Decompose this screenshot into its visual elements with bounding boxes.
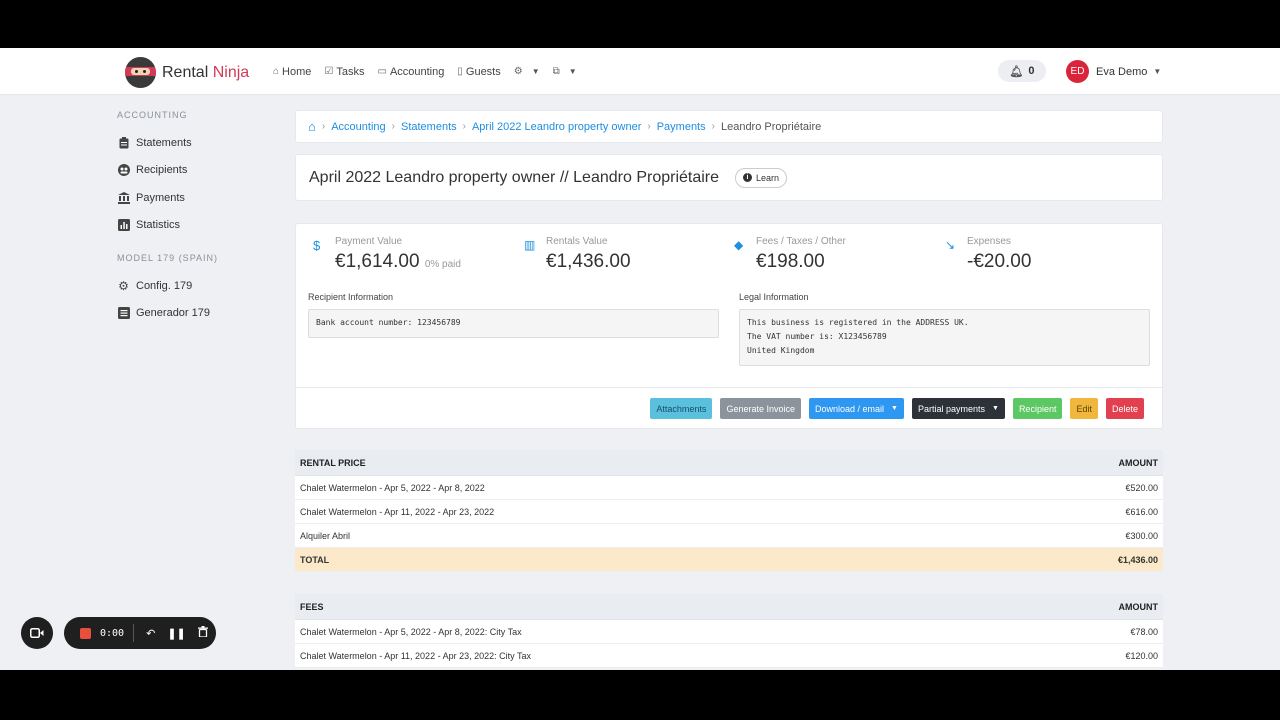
list-icon [117,307,130,320]
top-navbar: Rental Ninja ⌂ Home ☑ Tasks ▭ Accounting ▯ G… [0,48,1280,95]
breadcrumb-current: Leandro Propriétaire [720,120,822,133]
table-header: RENTAL PRICE AMOUNT [295,450,1163,476]
recipient-button[interactable]: Recipient [1012,398,1063,419]
breadcrumb: ⌂ › Accounting › Statements › April 2022 Le… [295,110,1163,143]
user-menu[interactable]: ED Eva Demo ▼ [1066,60,1161,83]
stat-payment-value: $ Payment Value €1,614.00 0% paid [313,236,461,272]
tasks-icon: ☑ [324,66,334,77]
undo-icon[interactable]: ↶ [146,627,155,640]
recording-timer: 0:00 [100,627,125,639]
recipient-info-label: Recipient Information [308,292,394,302]
sidebar-section-model-179: MODEL 179 (SPAIN) [117,253,219,263]
chevron-down-icon: ▼ [992,405,999,412]
breadcrumb-payments[interactable]: Payments [657,121,706,133]
gear-icon: ⚙ [513,66,523,77]
sidebar-section-accounting: ACCOUNTING [117,110,188,120]
trending-down-icon: ↘ [945,238,956,252]
rental-price-table: RENTAL PRICE AMOUNT Chalet Watermelon - A… [295,450,1163,572]
stat-rentals-value: ▥ Rentals Value €1,436.00 [524,236,631,272]
page-title: April 2022 Leandro property owner // Lea… [309,168,720,186]
nav-guests[interactable]: ▯ Guests [457,66,500,78]
guests-icon: ▯ [457,66,463,77]
bell-icon: 🔔︎ [1009,65,1024,78]
table-row: Chalet Watermelon - Apr 11, 2022 - Apr 2… [295,644,1163,668]
stop-recording-button[interactable] [80,627,91,639]
stat-expenses: ↘ Expenses -€20.00 [945,236,1032,272]
sidebar-item-statements[interactable]: Statements [117,129,267,157]
download-email-button[interactable]: Download / email ▼ [808,398,904,419]
sidebar-item-recipients[interactable]: Recipients [117,157,267,185]
table-row: Chalet Watermelon - Apr 5, 2022 - Apr 8,… [295,620,1163,644]
gear-icon: ⚙ [118,278,129,293]
table-header: FEES AMOUNT [295,594,1163,620]
edit-button[interactable]: Edit [1070,398,1098,419]
chevron-down-icon: ▼ [1153,67,1162,76]
main-nav: ⌂ Home ☑ Tasks ▭ Accounting ▯ Guests ⚙ ▼ ⧉ ▼ [273,48,590,95]
attachments-button[interactable]: Attachments [650,398,713,419]
fees-table: FEES AMOUNT Chalet Watermelon - Apr 5, 20… [295,594,1163,668]
info-icon: i [743,173,753,182]
pause-icon[interactable]: ❚❚ [167,627,185,640]
table-row: Alquiler Abril €300.00 [295,524,1163,548]
statistics-icon [117,219,130,232]
recipients-icon [117,164,130,177]
user-name: Eva Demo [1096,65,1148,78]
sidebar-item-config-179[interactable]: ⚙ Config. 179 [117,272,267,300]
generate-invoice-button[interactable]: Generate Invoice [720,398,801,419]
legal-info-box: This business is registered in the ADDRE… [739,309,1150,366]
home-icon: ⌂ [273,66,280,77]
breadcrumb-statements[interactable]: Statements [401,121,457,133]
title-card: April 2022 Leandro property owner // Lea… [295,154,1163,201]
chevron-down-icon: ▼ [891,405,898,412]
brand-name: Rental Ninja [162,63,250,81]
chevron-down-icon: ▼ [531,67,540,76]
avatar: ED [1066,60,1089,83]
dollar-icon: $ [313,238,321,253]
divider [296,387,1162,388]
nav-tasks[interactable]: ☑ Tasks [324,66,364,78]
logo[interactable]: Rental Ninja [125,57,249,88]
chevron-down-icon: ▼ [568,67,577,76]
recipient-info-box: Bank account number: 123456789 [308,309,719,338]
accounting-icon: ▭ [377,66,387,77]
payment-summary: $ Payment Value €1,614.00 0% paid ▥ Rent… [295,223,1163,429]
action-buttons: Attachments Generate Invoice Download / … [642,398,1144,419]
table-row: Chalet Watermelon - Apr 11, 2022 - Apr 2… [295,500,1163,524]
ninja-logo-icon [125,57,156,88]
home-icon[interactable]: ⌂ [308,119,316,134]
bank-icon [117,191,130,204]
stat-fees-taxes: ◆ Fees / Taxes / Other €198.00 [734,236,846,272]
delete-button[interactable]: Delete [1105,398,1144,419]
sidebar: ACCOUNTING Statements Recipients Payment… [117,110,267,327]
sidebar-item-statistics[interactable]: Statistics [117,212,267,240]
breadcrumb-accounting[interactable]: Accounting [331,121,385,133]
breadcrumb-statement[interactable]: April 2022 Leandro property owner [472,121,641,133]
translate-icon: ⧉ [552,66,560,77]
camera-icon [30,628,44,638]
app-window: Rental Ninja ⌂ Home ☑ Tasks ▭ Accounting ▯ G… [0,48,1280,670]
legal-info-label: Legal Information [739,292,809,302]
nav-language-dropdown[interactable]: ⧉ ▼ [553,66,577,77]
building-icon: ▥ [524,238,536,252]
tag-icon: ◆ [734,238,744,252]
sidebar-item-generador-179[interactable]: Generador 179 [117,300,267,328]
sidebar-item-payments[interactable]: Payments [117,184,267,212]
learn-button[interactable]: i Learn [735,167,788,188]
partial-payments-button[interactable]: Partial payments ▼ [911,398,1005,419]
table-row: Chalet Watermelon - Apr 5, 2022 - Apr 8,… [295,476,1163,500]
nav-settings-dropdown[interactable]: ⚙ ▼ [514,66,540,77]
camera-toggle-button[interactable] [21,617,53,649]
nav-accounting[interactable]: ▭ Accounting [377,66,444,78]
recording-controls: 0:00 ↶ ❚❚ [64,617,216,649]
notifications-button[interactable]: 🔔︎ 0 [998,60,1046,82]
table-total-row: TOTAL €1,436.00 [295,548,1163,572]
trash-icon[interactable] [197,626,208,640]
clipboard-icon [117,136,130,149]
nav-home[interactable]: ⌂ Home [273,66,311,78]
